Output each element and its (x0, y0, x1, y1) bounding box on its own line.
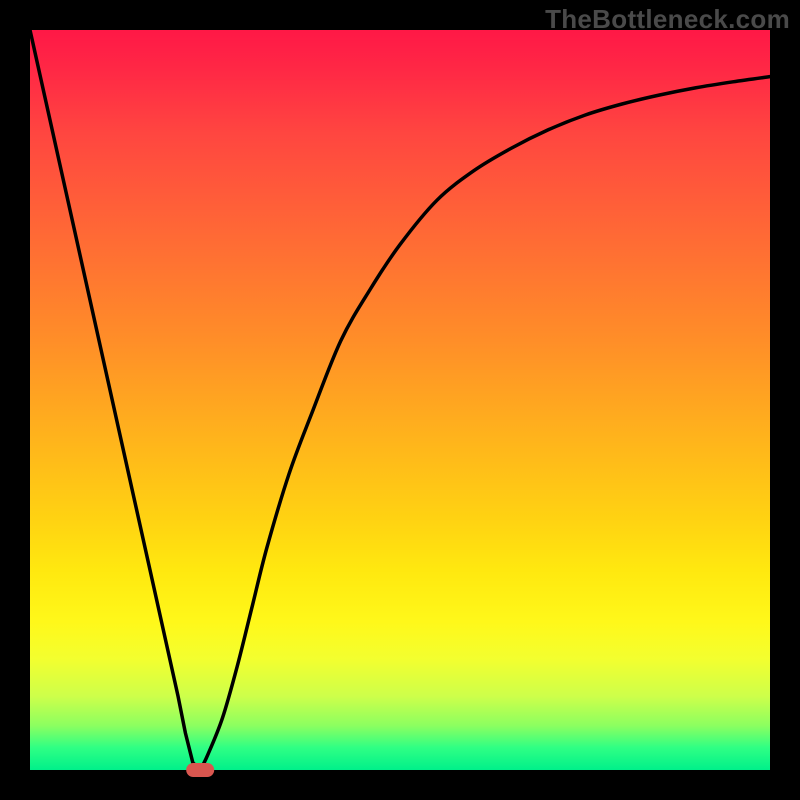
bottleneck-curve-path (30, 30, 770, 770)
chart-frame: TheBottleneck.com (0, 0, 800, 800)
watermark-text: TheBottleneck.com (545, 4, 790, 35)
curve-svg (30, 30, 770, 770)
plot-area (30, 30, 770, 770)
optimum-marker (186, 763, 214, 777)
